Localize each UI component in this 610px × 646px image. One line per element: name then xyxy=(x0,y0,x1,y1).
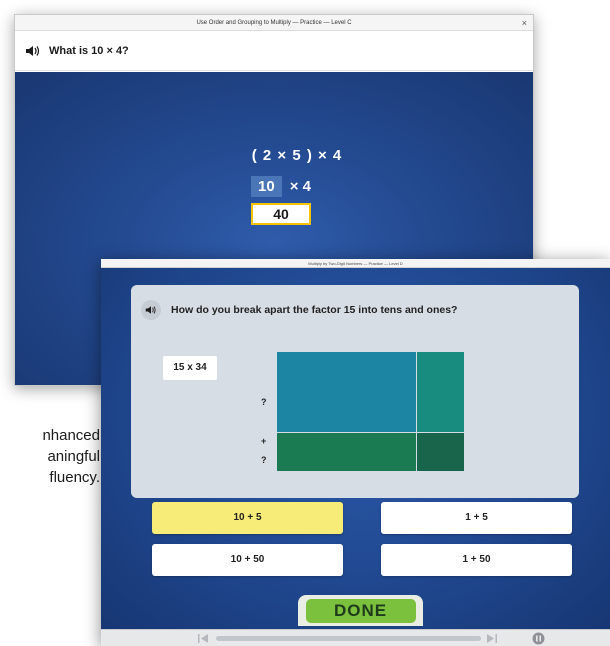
option-button[interactable]: 10 + 5 xyxy=(152,502,343,534)
option-button[interactable]: 10 + 50 xyxy=(152,544,343,576)
background-text-line: fluency. xyxy=(49,469,100,486)
pause-icon[interactable] xyxy=(532,632,545,645)
media-controls xyxy=(101,629,610,646)
back-window-title: Use Order and Grouping to Multiply — Pra… xyxy=(196,20,352,26)
question-panel: How do you break apart the factor 15 int… xyxy=(131,285,579,498)
back-question-bar: What is 10 × 4? xyxy=(15,31,533,71)
front-window-title: Multiply by Two-Digit Numbers — Practice… xyxy=(308,261,403,266)
question-row: How do you break apart the factor 15 int… xyxy=(141,300,457,320)
seek-bar[interactable] xyxy=(216,636,481,641)
speaker-button[interactable] xyxy=(141,300,161,320)
front-question-text: How do you break apart the factor 15 int… xyxy=(171,304,458,316)
expression-line-1: ( 2 × 5 ) × 4 xyxy=(251,147,343,164)
area-cell-tens-right xyxy=(417,352,464,432)
expression-line-2: 10 × 4 xyxy=(251,176,311,197)
skip-back-icon[interactable] xyxy=(197,633,209,644)
row-label-plus: + xyxy=(261,436,267,446)
option-button[interactable]: 1 + 50 xyxy=(381,544,572,576)
area-cell-ones-right xyxy=(417,433,464,471)
back-question-text: What is 10 × 4? xyxy=(49,44,129,57)
factor-label: 15 x 34 xyxy=(163,356,217,380)
background-text-line: nhanced xyxy=(42,427,100,444)
back-window-titlebar: Use Order and Grouping to Multiply — Pra… xyxy=(15,15,533,31)
background-text-line: aningful xyxy=(47,448,100,465)
highlighted-product: 10 xyxy=(251,176,282,197)
speaker-icon[interactable] xyxy=(25,45,41,57)
area-cell-ones-left xyxy=(277,433,416,471)
skip-forward-icon[interactable] xyxy=(486,633,498,644)
front-window-titlebar: Multiply by Two-Digit Numbers — Practice… xyxy=(101,259,610,268)
area-cell-tens-left xyxy=(277,352,416,432)
front-window: Multiply by Two-Digit Numbers — Practice… xyxy=(101,259,610,646)
row-label-bottom: ? xyxy=(261,455,267,465)
done-button-frame: DONE xyxy=(298,595,423,626)
close-icon[interactable]: × xyxy=(522,15,527,31)
answer-box[interactable]: 40 xyxy=(251,203,311,225)
area-model xyxy=(277,352,464,471)
front-stage: How do you break apart the factor 15 int… xyxy=(101,268,610,629)
speaker-icon xyxy=(145,306,156,314)
done-button[interactable]: DONE xyxy=(305,599,416,623)
expression-line-2-rest: × 4 xyxy=(289,178,311,195)
background-text: nhanced aningful fluency. xyxy=(0,425,100,488)
row-label-top: ? xyxy=(261,397,267,407)
option-button[interactable]: 1 + 5 xyxy=(381,502,572,534)
